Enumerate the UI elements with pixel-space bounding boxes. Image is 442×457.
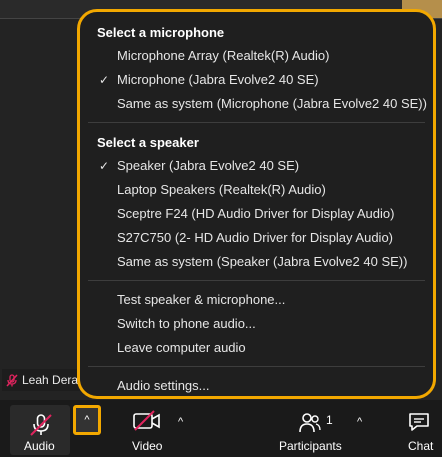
participants-icon xyxy=(299,413,321,433)
participant-name: Leah Dera xyxy=(22,373,79,387)
participant-name-tag: Leah Dera xyxy=(2,369,82,391)
menu-item-label: Laptop Speakers (Realtek(R) Audio) xyxy=(117,182,326,197)
menu-item-label: Sceptre F24 (HD Audio Driver for Display… xyxy=(117,206,395,221)
microphone-option-realtek-array[interactable]: Microphone Array (Realtek(R) Audio) xyxy=(80,44,433,68)
microphone-option-same-as-system[interactable]: Same as system (Microphone (Jabra Evolve… xyxy=(80,92,433,116)
test-speaker-mic-option[interactable]: Test speaker & microphone... xyxy=(80,288,433,312)
leave-computer-audio-option[interactable]: Leave computer audio xyxy=(80,336,433,360)
audio-button[interactable]: Audio xyxy=(10,405,70,455)
menu-item-label: Same as system (Speaker (Jabra Evolve2 4… xyxy=(117,254,408,269)
menu-item-label: S27C750 (2- HD Audio Driver for Display … xyxy=(117,230,394,245)
audio-button-label: Audio xyxy=(24,439,55,453)
chevron-up-icon: ^ xyxy=(84,414,90,426)
chevron-up-icon: ^ xyxy=(357,416,363,428)
microphone-option-jabra[interactable]: ✓ Microphone (Jabra Evolve2 40 SE) xyxy=(80,68,433,92)
chat-button[interactable]: Chat xyxy=(396,400,442,457)
participants-button[interactable]: 1 Participants xyxy=(276,400,348,457)
checkmark-icon: ✓ xyxy=(99,159,110,173)
video-off-icon xyxy=(133,410,160,431)
menu-divider xyxy=(88,366,425,367)
menu-item-label: Same as system (Microphone (Jabra Evolve… xyxy=(117,96,427,111)
menu-item-label: Leave computer audio xyxy=(117,340,246,355)
audio-settings-option[interactable]: Audio settings... xyxy=(80,374,433,396)
menu-divider xyxy=(88,280,425,281)
participants-count: 1 xyxy=(326,413,333,427)
menu-item-label: Audio settings... xyxy=(117,378,210,393)
video-button[interactable]: Video xyxy=(122,400,172,457)
chevron-up-icon: ^ xyxy=(178,416,184,428)
speaker-option-sceptre[interactable]: Sceptre F24 (HD Audio Driver for Display… xyxy=(80,202,433,226)
participants-button-label: Participants xyxy=(279,439,342,453)
switch-to-phone-option[interactable]: Switch to phone audio... xyxy=(80,312,433,336)
muted-mic-icon xyxy=(6,373,18,387)
menu-item-label: Test speaker & microphone... xyxy=(117,292,286,307)
speaker-option-jabra[interactable]: ✓ Speaker (Jabra Evolve2 40 SE) xyxy=(80,154,433,178)
microphone-section-title: Select a microphone xyxy=(97,25,225,40)
menu-divider xyxy=(88,122,425,123)
menu-item-label: Microphone Array (Realtek(R) Audio) xyxy=(117,48,330,63)
speaker-option-same-as-system[interactable]: Same as system (Speaker (Jabra Evolve2 4… xyxy=(80,250,433,274)
speaker-option-laptop[interactable]: Laptop Speakers (Realtek(R) Audio) xyxy=(80,178,433,202)
menu-item-label: Microphone (Jabra Evolve2 40 SE) xyxy=(117,72,319,87)
chat-button-label: Chat xyxy=(408,439,434,453)
menu-item-label: Switch to phone audio... xyxy=(117,316,256,331)
checkmark-icon: ✓ xyxy=(99,73,110,87)
participants-options-caret-button[interactable]: ^ xyxy=(357,412,371,428)
chat-icon xyxy=(409,413,429,431)
speaker-option-s27c750[interactable]: S27C750 (2- HD Audio Driver for Display … xyxy=(80,226,433,250)
muted-microphone-icon xyxy=(30,414,52,436)
menu-item-label: Speaker (Jabra Evolve2 40 SE) xyxy=(117,158,300,173)
speaker-section-title: Select a speaker xyxy=(97,135,199,150)
audio-options-menu: Select a microphone Microphone Array (Re… xyxy=(77,9,436,399)
video-options-caret-button[interactable]: ^ xyxy=(178,412,192,428)
audio-options-caret-button[interactable]: ^ xyxy=(73,405,101,435)
video-button-label: Video xyxy=(132,439,163,453)
